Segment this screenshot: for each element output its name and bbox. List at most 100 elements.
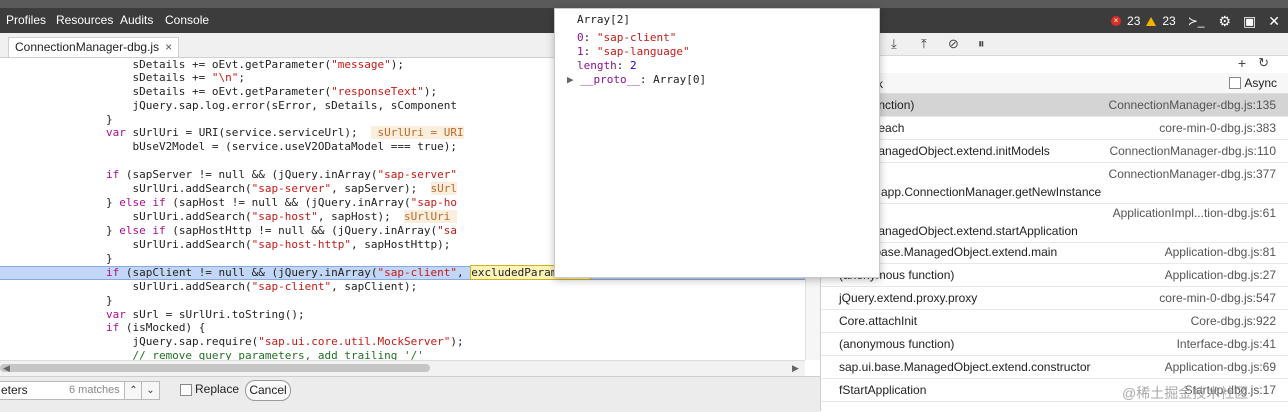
code-token: (isMocked) { bbox=[119, 321, 206, 334]
expand-arrow-icon[interactable]: ▶ bbox=[567, 73, 580, 86]
frame-location[interactable]: ConnectionManager-dbg.js:135 bbox=[1109, 98, 1276, 112]
add-watch-icon[interactable]: + bbox=[1238, 55, 1246, 71]
dock-icon[interactable]: ▣ bbox=[1243, 13, 1256, 30]
horizontal-scroll-thumb[interactable] bbox=[0, 364, 430, 372]
code-line[interactable]: jQuery.sap.require("sap.ui.core.util.Moc… bbox=[0, 335, 805, 349]
code-token: (sapServer != null && (jQuery.inArray( bbox=[119, 168, 378, 181]
replace-checkbox[interactable] bbox=[180, 384, 192, 396]
code-token: "sap-host-http" bbox=[251, 238, 352, 251]
call-frame[interactable]: cfld.md.app.ConnectionManager.getNewInst… bbox=[821, 163, 1288, 204]
call-frame[interactable]: sap.ui.base.ManagedObject.extend.main App… bbox=[821, 241, 1288, 264]
editor-horizontal-scrollbar[interactable]: ◀ ▶ bbox=[0, 360, 805, 376]
code-token: bUseV2Model = (service.useV2ODataModel =… bbox=[0, 140, 457, 153]
call-frame[interactable]: nous function)ConnectionManager-dbg.js:1… bbox=[821, 94, 1288, 117]
frame-location[interactable]: Application-dbg.js:69 bbox=[1165, 360, 1276, 374]
code-token: "sa bbox=[437, 224, 457, 237]
code-token: , sapClient); bbox=[331, 280, 418, 293]
call-stack-header[interactable]: ck Async bbox=[821, 73, 1288, 94]
warning-count[interactable]: 23 bbox=[1162, 14, 1175, 28]
code-token: sUrl = sUrlUri.toString(); bbox=[125, 308, 305, 321]
code-token: } bbox=[0, 294, 113, 307]
watch-header: + ↻ bbox=[821, 55, 1288, 73]
deactivate-breakpoints-icon[interactable]: ⊘ bbox=[948, 36, 959, 52]
error-count[interactable]: 23 bbox=[1127, 14, 1140, 28]
code-token: var bbox=[105, 126, 126, 139]
cancel-button[interactable]: Cancel bbox=[245, 380, 291, 401]
frame-location[interactable]: ConnectionManager-dbg.js:110 bbox=[1109, 144, 1276, 158]
property-token: : bbox=[583, 31, 597, 44]
popover-title: Array[2] bbox=[577, 13, 630, 26]
code-line[interactable]: sUrlUri.addSearch("sap-client", sapClien… bbox=[0, 280, 805, 294]
frame-function-name: (anonymous function) bbox=[839, 337, 955, 351]
code-line[interactable]: if (isMocked) { bbox=[0, 321, 805, 335]
pause-on-exceptions-icon[interactable]: ⏸ bbox=[978, 36, 985, 52]
property-token: "sap-language" bbox=[596, 45, 690, 58]
code-line[interactable]: // remove query parameters, add trailing… bbox=[0, 349, 805, 360]
find-next-button[interactable]: ⌄ bbox=[141, 381, 160, 400]
code-token: , sapServer); bbox=[331, 182, 431, 195]
debugger-sidebar: ⤓ ⤒ ⊘ ⏸ + ↻ ck Async nous function)Conne… bbox=[820, 33, 1288, 411]
property-token: : Array[0] bbox=[639, 73, 707, 86]
code-token: "sap-ho bbox=[410, 196, 457, 209]
call-frame[interactable]: base.ManagedObject.extend.startApplicati… bbox=[821, 202, 1288, 243]
tab-audits[interactable]: Audits bbox=[120, 13, 153, 27]
console-drawer-icon[interactable]: ≻_ bbox=[1188, 14, 1205, 28]
frame-location[interactable]: core-min-0-dbg.js:547 bbox=[1159, 291, 1276, 305]
code-line[interactable]: } bbox=[0, 294, 805, 308]
refresh-icon[interactable]: ↻ bbox=[1258, 55, 1269, 71]
code-token: "sap-server" bbox=[377, 168, 457, 181]
scroll-left-arrow-icon[interactable]: ◀ bbox=[3, 363, 10, 374]
step-out-icon[interactable]: ⤒ bbox=[921, 36, 927, 52]
popover-property: 0: "sap-client" bbox=[577, 31, 676, 45]
variable-popover: Array[2] 0: "sap-client" 1: "sap-language… bbox=[554, 8, 880, 278]
inline-value-hint: sUrlUri bbox=[404, 210, 457, 223]
scroll-right-arrow-icon[interactable]: ▶ bbox=[792, 363, 799, 374]
close-icon[interactable]: ✕ bbox=[1268, 13, 1280, 30]
async-checkbox[interactable] bbox=[1229, 77, 1241, 89]
tab-profiles[interactable]: Profiles bbox=[6, 13, 46, 27]
inline-value-hint: sUrlUri = URI bbox=[370, 126, 464, 139]
file-tab-connectionmanager[interactable]: ConnectionManager-dbg.js × bbox=[8, 37, 180, 57]
frame-location[interactable]: Core-dbg.js:922 bbox=[1191, 314, 1276, 328]
frame-location[interactable]: Interface-dbg.js:41 bbox=[1177, 337, 1276, 351]
code-token: } bbox=[0, 224, 120, 237]
frame-location[interactable]: ConnectionManager-dbg.js:377 bbox=[1109, 167, 1276, 181]
call-frame[interactable]: Core.attachInit Core-dbg.js:922 bbox=[821, 310, 1288, 333]
code-token: // remove query parameters, add trailing… bbox=[0, 349, 424, 360]
inline-value-hint: sUrl bbox=[430, 182, 457, 195]
code-token: } bbox=[0, 196, 120, 209]
frame-location[interactable]: core-min-0-dbg.js:383 bbox=[1159, 121, 1276, 135]
code-token: (sapClient != null && (jQuery.inArray( bbox=[119, 266, 378, 279]
popover-property[interactable]: ▶ __proto__: Array[0] bbox=[567, 73, 706, 87]
code-line[interactable]: var sUrl = sUrlUri.toString(); bbox=[0, 308, 805, 322]
call-frame[interactable]: jQuery.extend.proxy.proxy core-min-0-dbg.… bbox=[821, 287, 1288, 310]
code-token: sDetails += bbox=[0, 71, 212, 84]
code-token: sUrlUri.addSearch( bbox=[0, 238, 252, 251]
frame-location[interactable]: Application-dbg.js:81 bbox=[1165, 245, 1276, 259]
code-token: if bbox=[105, 321, 120, 334]
gear-icon[interactable]: ⚙ bbox=[1218, 13, 1231, 30]
tab-resources[interactable]: Resources bbox=[56, 13, 113, 27]
code-token: "sap-client" bbox=[251, 280, 332, 293]
find-match-count: 6 matches bbox=[69, 384, 120, 396]
call-frame[interactable]: (anonymous function) Interface-dbg.js:41 bbox=[821, 333, 1288, 356]
code-token: "message" bbox=[331, 58, 391, 71]
frame-location[interactable]: ApplicationImpl...tion-dbg.js:61 bbox=[1113, 206, 1276, 220]
code-token: "responseText" bbox=[331, 85, 424, 98]
code-token: else if bbox=[119, 196, 166, 209]
property-token: __proto__ bbox=[580, 73, 640, 86]
code-token: sDetails += oEvt.getParameter( bbox=[0, 58, 332, 71]
call-frame[interactable]: extend.eachcore-min-0-dbg.js:383 bbox=[821, 117, 1288, 140]
call-frame[interactable]: (anonymous function) Application-dbg.js:2… bbox=[821, 264, 1288, 287]
call-frame[interactable]: base.ManagedObject.extend.initModels Conn… bbox=[821, 140, 1288, 163]
frame-location[interactable]: Application-dbg.js:27 bbox=[1165, 268, 1276, 282]
tab-console[interactable]: Console bbox=[165, 13, 209, 27]
step-into-icon[interactable]: ⤓ bbox=[891, 36, 897, 52]
call-frame[interactable]: sap.ui.base.ManagedObject.extend.constru… bbox=[821, 356, 1288, 379]
code-token: ); bbox=[390, 58, 404, 71]
close-tab-icon[interactable]: × bbox=[165, 40, 172, 54]
